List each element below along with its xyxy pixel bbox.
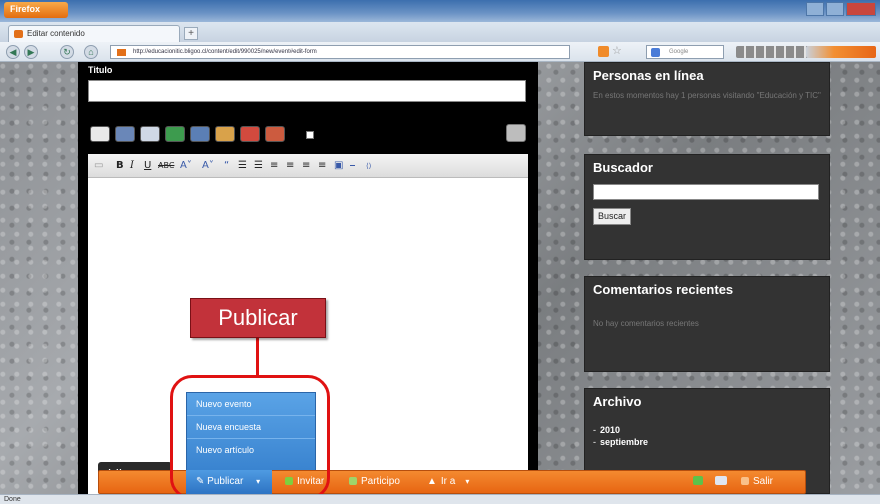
align-center-icon[interactable]: ≡ bbox=[286, 160, 294, 172]
bullet-list-icon[interactable]: ☰ bbox=[238, 160, 247, 172]
maximize-icon[interactable] bbox=[826, 2, 844, 16]
firefox-menu-button[interactable]: Firefox bbox=[4, 2, 68, 18]
archive-month-link[interactable]: - septiembre bbox=[585, 436, 829, 448]
folder-icon[interactable] bbox=[215, 126, 235, 142]
site-favicon-icon bbox=[117, 49, 126, 56]
participate-icon bbox=[349, 477, 357, 485]
rss-icon[interactable] bbox=[598, 46, 609, 57]
archive-year-link[interactable]: -2010 bbox=[585, 424, 829, 436]
logout-icon bbox=[741, 477, 749, 485]
tab-editar-contenido[interactable]: Editar contenido bbox=[8, 25, 180, 42]
flag-icon[interactable] bbox=[693, 476, 707, 487]
search-placeholder: Google bbox=[669, 49, 689, 55]
insert-image-icon[interactable]: ▣ bbox=[334, 160, 343, 172]
source-icon[interactable]: ▭ bbox=[94, 160, 103, 172]
italic-icon[interactable]: I bbox=[130, 160, 134, 172]
online-users-block: Personas en línea En estos momentos hay … bbox=[584, 62, 830, 136]
recent-comments-heading: Comentarios recientes bbox=[593, 282, 734, 297]
salir-button[interactable]: Salir bbox=[741, 476, 773, 487]
search-heading: Buscador bbox=[593, 160, 653, 175]
browser-search-input[interactable]: Google bbox=[646, 45, 724, 59]
callout-connector bbox=[256, 338, 259, 376]
sidebar-search-input[interactable] bbox=[593, 184, 819, 200]
url-bar[interactable]: http://educacionitic.bligoo.cl/content/e… bbox=[110, 45, 570, 59]
status-text: Done bbox=[4, 496, 21, 503]
tab-bar: Editar contenido + bbox=[0, 22, 880, 42]
align-left-icon[interactable]: ≡ bbox=[270, 160, 278, 172]
search-block: Buscador Buscar bbox=[584, 154, 830, 260]
chevron-down-icon: ▾ bbox=[465, 477, 470, 486]
align-right-icon[interactable]: ≡ bbox=[302, 160, 310, 172]
reload-icon[interactable]: ↻ bbox=[60, 45, 74, 59]
archive-heading: Archivo bbox=[593, 394, 642, 409]
settings-icon[interactable] bbox=[506, 124, 526, 142]
home-icon[interactable]: ⌂ bbox=[84, 45, 98, 59]
title-input[interactable] bbox=[88, 80, 526, 102]
horizontal-rule-icon[interactable]: ⎯ bbox=[350, 160, 355, 172]
navigation-bar: ◀ ▶ ↻ ⌂ http://educacionitic.bligoo.cl/c… bbox=[0, 42, 880, 62]
document-icon[interactable] bbox=[140, 126, 160, 142]
blockquote-icon[interactable]: “ bbox=[224, 160, 229, 172]
strikethrough-icon[interactable]: ABC bbox=[158, 160, 174, 172]
close-icon[interactable] bbox=[846, 2, 876, 16]
back-icon[interactable]: ◀ bbox=[6, 45, 20, 59]
stop-icon[interactable] bbox=[240, 126, 260, 142]
google-icon bbox=[651, 48, 660, 57]
bookmark-star-icon[interactable]: ☆ bbox=[612, 45, 622, 57]
recent-comments-block: Comentarios recientes No hay comentarios… bbox=[584, 276, 830, 372]
highlight-circle bbox=[170, 375, 330, 500]
globe-icon[interactable] bbox=[115, 126, 135, 142]
media-checkbox[interactable] bbox=[306, 131, 314, 139]
recent-comments-text: No hay comentarios recientes bbox=[593, 319, 699, 328]
align-justify-icon[interactable]: ≡ bbox=[318, 160, 326, 172]
tab-title: Editar contenido bbox=[27, 29, 85, 38]
window-controls bbox=[806, 2, 876, 16]
ir-a-button[interactable]: ▲ Ir a ▾ bbox=[427, 476, 469, 487]
window-titlebar: Firefox bbox=[0, 0, 880, 22]
title-label: Titulo bbox=[88, 65, 113, 75]
link-icon[interactable] bbox=[265, 126, 285, 142]
page-background: Titulo ▭ B I U ABC A˅ A˅ “ ☰ ☰ ≡ ≡ ≡ ≡ ▣… bbox=[0, 62, 880, 494]
publicar-callout: Publicar bbox=[190, 298, 326, 338]
url-text: http://educacionitic.bligoo.cl/content/e… bbox=[133, 49, 317, 55]
download-icon[interactable] bbox=[165, 126, 185, 142]
font-color-icon[interactable]: A˅ bbox=[202, 160, 214, 172]
numbered-list-icon[interactable]: ☰ bbox=[254, 160, 263, 172]
online-users-text: En estos momentos hay 1 personas visitan… bbox=[593, 91, 821, 100]
search-button[interactable]: Buscar bbox=[593, 208, 632, 225]
forward-icon[interactable]: ▶ bbox=[24, 45, 38, 59]
media-toolbar bbox=[90, 126, 285, 142]
image-icon[interactable] bbox=[190, 126, 210, 142]
underline-icon[interactable]: U bbox=[144, 160, 151, 172]
html-icon[interactable]: ⟨⟩ bbox=[366, 160, 371, 172]
arrow-up-icon: ▲ bbox=[427, 476, 437, 487]
new-tab-icon[interactable]: + bbox=[184, 27, 198, 40]
status-bar: Done bbox=[0, 494, 880, 504]
calendar-icon[interactable] bbox=[90, 126, 110, 142]
bligoo-favicon-icon bbox=[14, 30, 23, 38]
font-size-icon[interactable]: A˅ bbox=[180, 160, 192, 172]
online-users-heading: Personas en línea bbox=[593, 68, 704, 83]
mail-icon[interactable] bbox=[715, 476, 731, 487]
participo-button[interactable]: Participo bbox=[349, 476, 400, 487]
addon-toolbar[interactable] bbox=[736, 46, 876, 58]
minimize-icon[interactable] bbox=[806, 2, 824, 16]
editor-toolbar: ▭ B I U ABC A˅ A˅ “ ☰ ☰ ≡ ≡ ≡ ≡ ▣ ⎯ ⟨⟩ bbox=[88, 154, 528, 178]
bold-icon[interactable]: B bbox=[116, 160, 124, 172]
